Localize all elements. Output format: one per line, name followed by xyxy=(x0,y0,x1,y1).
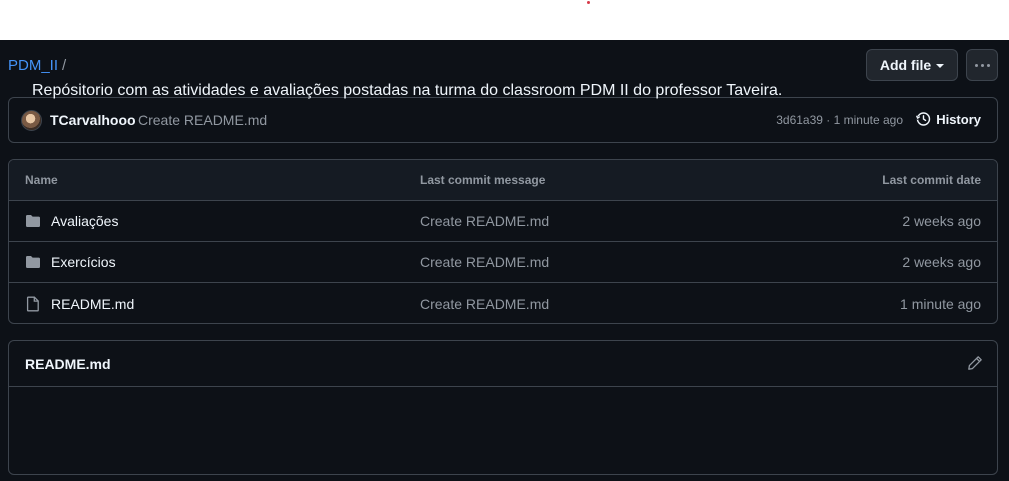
file-name-cell: README.md xyxy=(25,296,134,312)
history-link[interactable]: History xyxy=(915,111,981,127)
file-commit-date: 2 weeks ago xyxy=(902,213,981,229)
column-header-name: Name xyxy=(25,173,58,187)
file-name-link[interactable]: Exercícios xyxy=(51,254,116,270)
latest-commit-bar: TCarvalhooo Create README.md 3d61a39 · 1… xyxy=(8,97,998,143)
commit-author[interactable]: TCarvalhooo xyxy=(50,112,136,128)
folder-icon xyxy=(26,256,40,268)
file-commit-message[interactable]: Create README.md xyxy=(420,296,549,312)
commit-meta[interactable]: 3d61a39 · 1 minute ago xyxy=(776,113,903,127)
add-file-button[interactable]: Add file xyxy=(866,49,958,81)
kebab-horizontal-icon xyxy=(974,63,990,67)
avatar[interactable] xyxy=(21,110,42,131)
column-header-message: Last commit message xyxy=(420,173,546,187)
folder-icon xyxy=(26,215,40,227)
readme-title[interactable]: README.md xyxy=(25,356,111,372)
history-icon xyxy=(915,112,931,126)
more-options-button[interactable] xyxy=(966,49,998,81)
file-icon xyxy=(26,296,39,311)
file-name-link[interactable]: Avaliações xyxy=(51,213,118,229)
commit-message[interactable]: Create README.md xyxy=(138,112,267,128)
breadcrumb-repo-link[interactable]: PDM_II xyxy=(8,57,58,74)
readme-header: README.md xyxy=(9,341,997,387)
caret-down-icon xyxy=(936,64,945,68)
file-name-cell: Avaliações xyxy=(25,213,118,229)
add-file-label: Add file xyxy=(879,57,932,73)
history-label: History xyxy=(936,111,981,127)
file-name-link[interactable]: README.md xyxy=(51,296,134,312)
table-row[interactable]: README.md Create README.md 1 minute ago xyxy=(9,283,997,323)
indicator-dot xyxy=(587,1,590,4)
pencil-icon xyxy=(968,356,982,370)
file-commit-date: 2 weeks ago xyxy=(902,254,981,270)
table-row[interactable]: Avaliações Create README.md 2 weeks ago xyxy=(9,201,997,242)
file-name-cell: Exercícios xyxy=(25,254,116,270)
file-table-header: Name Last commit message Last commit dat… xyxy=(9,160,997,201)
breadcrumb-separator: / xyxy=(62,57,67,74)
file-commit-date: 1 minute ago xyxy=(900,295,981,312)
column-header-date: Last commit date xyxy=(882,173,981,187)
file-commit-message[interactable]: Create README.md xyxy=(420,254,549,270)
edit-readme-button[interactable] xyxy=(967,355,983,376)
browser-top-strip xyxy=(0,0,1009,40)
readme-panel: README.md xyxy=(8,340,998,475)
file-commit-message[interactable]: Create README.md xyxy=(420,213,549,229)
breadcrumb: PDM_II / xyxy=(8,57,66,75)
file-table: Name Last commit message Last commit dat… xyxy=(8,159,998,324)
readme-content: Repósitorio com as atividades e avaliaçõ… xyxy=(32,82,783,99)
table-row[interactable]: Exercícios Create README.md 2 weeks ago xyxy=(9,242,997,283)
